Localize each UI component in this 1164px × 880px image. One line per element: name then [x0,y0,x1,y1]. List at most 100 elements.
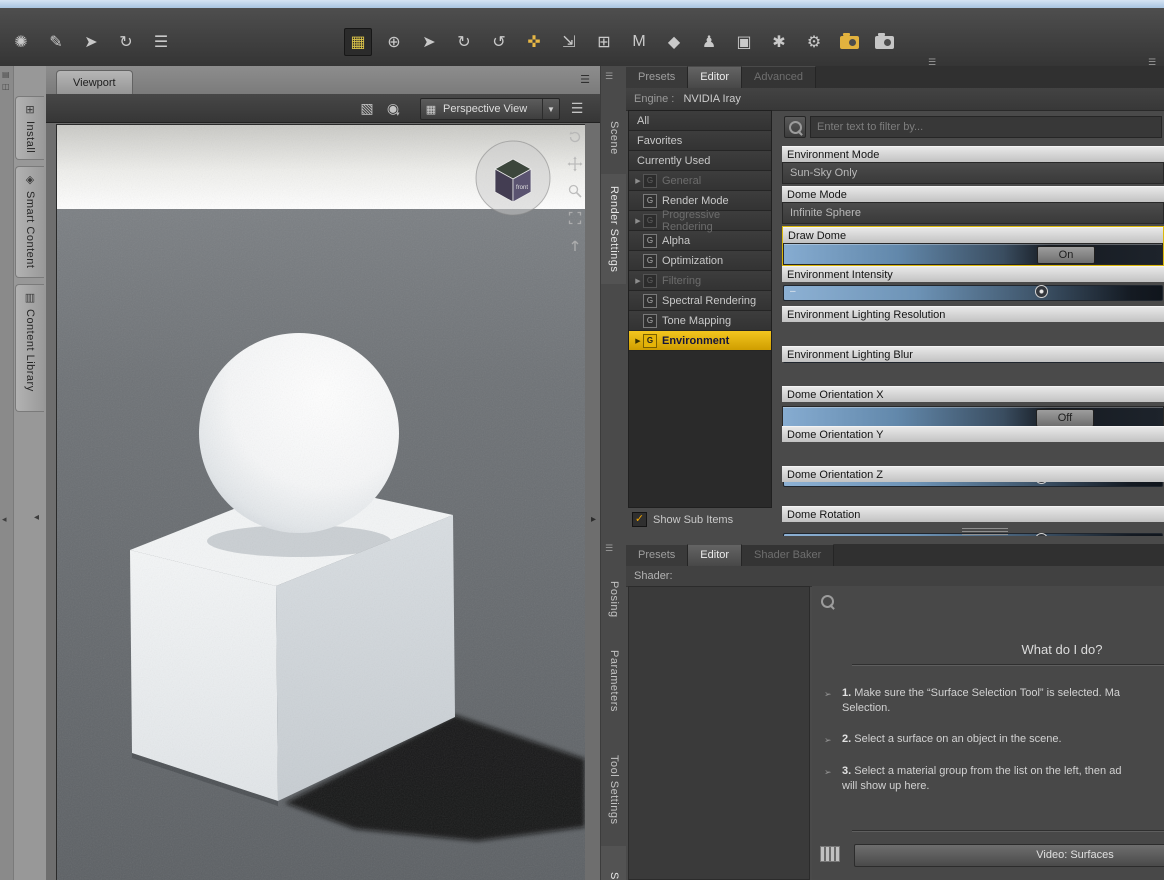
orbit-tool-icon[interactable]: ↺ [486,28,512,56]
sphere-gear-icon[interactable]: ⚙ [801,28,827,56]
shader-label: Shader: [626,570,673,582]
tab-presets[interactable]: Presets [626,544,688,566]
property-label: Dome Orientation Z [782,466,1164,482]
dock-tab-posing[interactable]: Posing [601,571,627,627]
dock-tab-scene[interactable]: Scene [601,110,627,166]
surface-select-icon[interactable]: M [626,28,652,56]
category-filtering[interactable]: ▶ G Filtering [629,271,771,291]
divider [852,664,1164,665]
category-general[interactable]: ▶ G General [629,171,771,191]
cursor-add-icon[interactable]: ➤ [78,28,104,56]
collapse-left-icon[interactable]: ◂ [2,514,7,525]
render-scene [57,125,585,880]
toggle-on-button[interactable]: On [1037,246,1095,264]
aux-viewport-icon[interactable]: ▦ [344,28,372,56]
scale-tool-icon[interactable]: ⇲ [556,28,582,56]
figure-select-icon[interactable]: ♟ [696,28,722,56]
dock-tab-tool-settings[interactable]: Tool Settings [601,744,627,836]
search-icon [789,121,802,134]
category-environment[interactable]: ▶ G Environment [629,331,771,351]
pane-grip-icon[interactable]: ☰ [605,543,613,554]
category-tone-mapping[interactable]: G Tone Mapping [629,311,771,331]
world-space-icon[interactable]: ⊕ [381,28,407,56]
camera-frame-icon[interactable] [567,210,583,226]
category-all[interactable]: All [629,111,771,131]
expand-arrow-icon[interactable]: ▶ [633,217,643,225]
pane-grip-icon[interactable]: ☰ [605,71,613,82]
draw-style-icon[interactable]: ▧ [356,98,378,118]
surfaces-material-list[interactable] [628,586,810,880]
category-favorites[interactable]: Favorites [629,131,771,151]
render-library-icon[interactable] [871,28,897,56]
camera-selector[interactable]: ▦ Perspective View ▼ [420,98,560,120]
environment-mode-dropdown[interactable]: Sun-Sky Only [782,162,1164,184]
camera-zoom-icon[interactable] [567,183,583,199]
tab-editor[interactable]: Editor [688,66,742,88]
slider-knob[interactable] [1035,285,1048,298]
render-view[interactable]: front [56,124,585,880]
sidebar-tab-smart-content[interactable]: ◈ Smart Content [15,166,44,278]
rotate-add-icon[interactable]: ↻ [113,28,139,56]
environment-lighting-blur-toggle[interactable]: Off [782,406,1164,428]
tab-presets[interactable]: Presets [626,66,688,88]
dock-grip-icon[interactable]: ▤ [2,70,10,79]
category-alpha[interactable]: G Alpha [629,231,771,251]
tab-label: Surfaces [608,872,620,880]
sidebar-tab-content-library[interactable]: ▥ Content Library [15,284,44,412]
category-label: Render Mode [662,195,729,207]
smart-content-icon: ◈ [26,173,34,186]
category-optimization[interactable]: G Optimization [629,251,771,271]
camera-options-icon[interactable]: ◉ [382,98,404,118]
slider-track[interactable] [783,285,1163,301]
category-spectral-rendering[interactable]: G Spectral Rendering [629,291,771,311]
dock-tab-surfaces[interactable]: Surfaces [601,846,627,880]
spot-render-icon[interactable]: ▣ [731,28,757,56]
splitter-collapse-icon[interactable]: ▸ [591,514,596,525]
expand-arrow-icon[interactable]: ▶ [633,337,643,345]
chevron-down-icon[interactable]: ▼ [542,99,559,119]
show-sub-items-checkbox[interactable]: ✓ Show Sub Items [632,512,733,527]
render-icon[interactable] [836,28,862,56]
expand-arrow-icon[interactable]: ▶ [633,177,643,185]
rotate-tool-icon[interactable]: ↻ [451,28,477,56]
render-settings-properties: Environment Mode Sun-Sky Only Dome Mode … [782,110,1164,536]
render-settings-category-list: All Favorites Currently Used ▶ G General… [628,110,772,508]
node-connect-icon[interactable]: ⊞ [591,28,617,56]
camera-rotate-icon[interactable] [567,129,583,145]
align-panel-icon[interactable]: ☰ [148,28,174,56]
tab-shader-baker[interactable]: Shader Baker [742,544,834,566]
splitter-collapse-icon[interactable]: ◂ [34,512,39,523]
tab-label: Content Library [24,309,36,392]
camera-pan-icon[interactable] [567,156,583,172]
create-light-icon[interactable]: ✺ [8,28,34,56]
category-progressive-rendering[interactable]: ▶ G Progressive Rendering [629,211,771,231]
nav-cube-gizmo[interactable]: front [474,139,552,217]
camera-aim-icon[interactable] [567,237,583,253]
expand-arrow-icon[interactable]: ▶ [633,277,643,285]
translate-tool-icon[interactable]: ✜ [521,28,547,56]
category-currently-used[interactable]: Currently Used [629,151,771,171]
toggle-off-button[interactable]: Off [1036,409,1094,427]
pane-resize-grip[interactable] [962,528,1008,535]
create-node-icon[interactable]: ✎ [43,28,69,56]
viewport-pane-menu-icon[interactable]: ☰ [580,73,590,86]
dock-tab-render-settings[interactable]: Render Settings [601,174,627,284]
dome-mode-dropdown[interactable]: Infinite Sphere [782,202,1164,224]
camera-options-caret-icon[interactable]: ▾ [396,110,400,118]
filter-input[interactable] [810,116,1162,138]
surfaces-search-button[interactable] [816,590,838,612]
cursor-effect-icon[interactable]: ✱ [766,28,792,56]
sidebar-tab-install[interactable]: ⊞ Install [15,96,44,160]
viewport-tab[interactable]: Viewport [56,70,133,95]
dock-tab-parameters[interactable]: Parameters [601,641,627,721]
geometry-editor-icon[interactable]: ◆ [661,28,687,56]
draw-dome-toggle[interactable]: On [783,243,1163,265]
environment-intensity-slider[interactable]: – [782,282,1164,304]
tab-advanced[interactable]: Advanced [742,66,816,88]
viewport-menu-icon[interactable]: ☰ [566,98,588,118]
filter-search-button[interactable] [784,116,806,138]
dock-grip-icon[interactable]: ◫ [2,82,10,91]
node-select-icon[interactable]: ➤ [416,28,442,56]
tab-editor[interactable]: Editor [688,544,742,566]
video-surfaces-button[interactable]: Video: Surfaces [854,844,1164,867]
